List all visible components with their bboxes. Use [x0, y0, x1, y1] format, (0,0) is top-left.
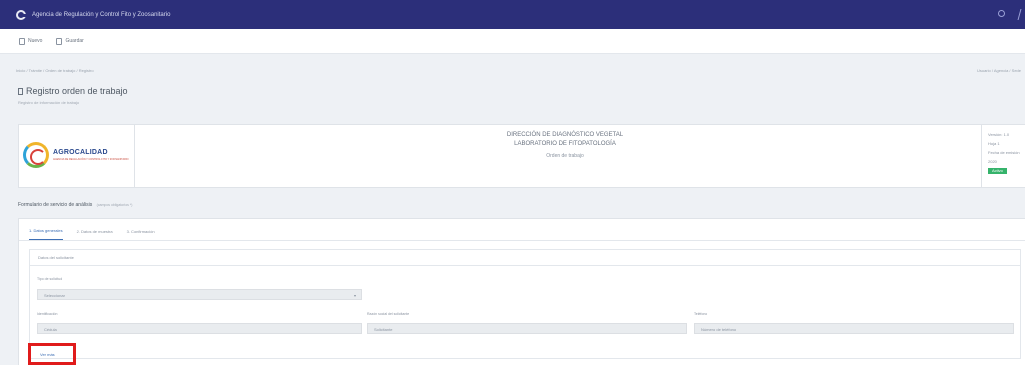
header-line-2: LABORATORIO DE FITOPATOLOGÍA	[514, 141, 616, 147]
chevron-down-icon: ▾	[353, 293, 356, 298]
breadcrumb[interactable]: Inicio / Trámite / Orden de trabajo / Re…	[16, 68, 94, 73]
search-icon[interactable]	[998, 10, 1005, 17]
header-right-line-3: Fecha de emisión	[988, 150, 1020, 155]
request-type-value: Seleccionar	[44, 293, 65, 298]
page-subtitle: Registro de información de trabajo	[18, 100, 80, 105]
tab-confirmation[interactable]: 3. Confirmación	[127, 229, 155, 240]
header-right-line-4: 2020	[988, 159, 997, 164]
new-button[interactable]: Nuevo	[16, 36, 45, 47]
document-header: AGROCALIDAD AGENCIA DE REGULACIÓN Y CONT…	[18, 124, 1025, 188]
save-button-label: Guardar	[65, 38, 84, 44]
user-menu-icon[interactable]	[1017, 9, 1025, 20]
header-line-3: Orden de trabajo	[546, 153, 584, 159]
organization-logo: AGROCALIDAD AGENCIA DE REGULACIÓN Y CONT…	[23, 142, 131, 169]
save-icon	[56, 37, 63, 45]
phone-field[interactable]: Número de teléfono	[694, 323, 1014, 334]
phone-label: Teléfono	[694, 312, 708, 316]
tab-general-data[interactable]: 1. Datos generales	[29, 228, 63, 240]
header-right: Versión: 1.0 Hoja 1 Fecha de emisión 202…	[981, 125, 1025, 187]
top-navigation-bar: Agencia de Regulación y Control Fito y Z…	[0, 0, 1025, 29]
request-type-select[interactable]: Seleccionar ▾	[37, 289, 362, 300]
file-icon	[19, 37, 25, 45]
document-icon	[18, 87, 23, 95]
section-title-text: Formulario de servicio de análisis	[18, 202, 93, 208]
new-button-label: Nuevo	[28, 38, 43, 44]
save-button[interactable]: Guardar	[53, 36, 86, 47]
toolbar: Nuevo Guardar	[0, 29, 1025, 54]
logo-swirl-icon	[23, 142, 49, 168]
request-type-label: Tipo de solicitud	[37, 277, 63, 281]
logo-brand: AGROCALIDAD	[53, 149, 108, 156]
page-title-text: Registro orden de trabajo	[26, 86, 128, 96]
status-badge: Activo	[988, 168, 1007, 174]
app-title: Agencia de Regulación y Control Fito y Z…	[32, 11, 171, 18]
header-line-1: DIRECCIÓN DE DIAGNÓSTICO VEGETAL	[506, 132, 624, 138]
panel-heading: Datos del solicitante	[30, 250, 1020, 266]
logo-tagline: AGENCIA DE REGULACIÓN Y CONTROL FITO Y Z…	[53, 158, 129, 161]
business-name-label: Razón social del solicitante	[367, 312, 410, 316]
logo-cell: AGROCALIDAD AGENCIA DE REGULACIÓN Y CONT…	[19, 125, 135, 187]
header-center: DIRECCIÓN DE DIAGNÓSTICO VEGETAL LABORAT…	[135, 125, 995, 187]
identification-label: Identificación	[37, 312, 58, 316]
header-right-line-1: Versión: 1.0	[988, 132, 1010, 137]
breadcrumb-right: Usuario / Agencia / Sede	[976, 68, 1021, 73]
section-note: (campos obligatorios *)	[96, 203, 133, 207]
business-name-field[interactable]: Solicitante	[367, 323, 687, 334]
tab-strip: 1. Datos generales 2. Datos de muestra 3…	[19, 219, 1025, 241]
agency-logo-icon[interactable]	[16, 9, 26, 20]
tab-sample-data[interactable]: 2. Datos de muestra	[77, 229, 113, 240]
section-title: Formulario de servicio de análisis (camp…	[18, 202, 132, 208]
identification-field[interactable]: Cédula	[37, 323, 362, 334]
header-right-line-2: Hoja 1	[988, 141, 1000, 146]
highlight-box	[28, 343, 76, 365]
page-title: Registro orden de trabajo	[18, 86, 128, 96]
applicant-panel: Datos del solicitante	[29, 249, 1021, 359]
tabs-card: 1. Datos generales 2. Datos de muestra 3…	[18, 218, 1025, 365]
